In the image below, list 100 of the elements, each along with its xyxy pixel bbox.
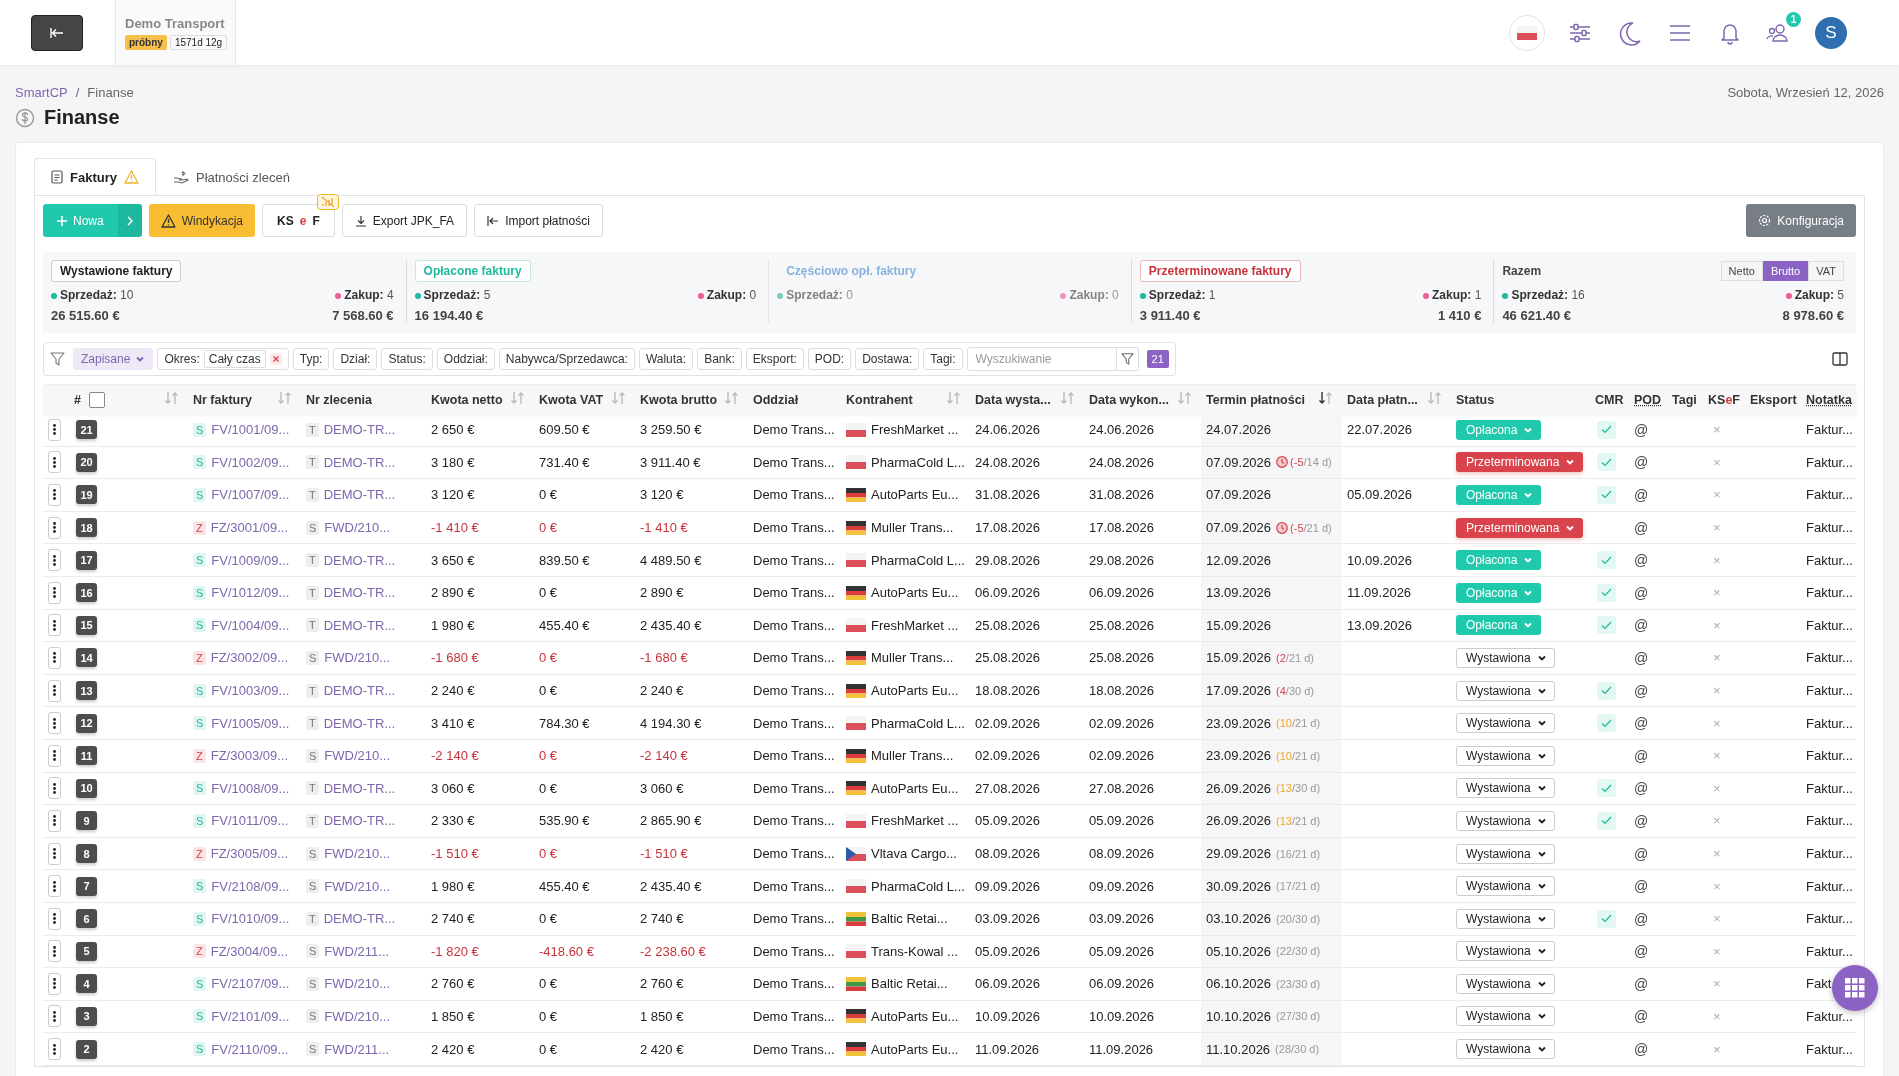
clear-icon[interactable] — [269, 353, 282, 365]
pod-link[interactable]: @ — [1634, 487, 1649, 503]
invoice-link[interactable]: FV/2110/09... — [211, 1041, 289, 1057]
row-menu-button[interactable] — [48, 418, 61, 441]
row-menu-button[interactable] — [48, 549, 61, 572]
filter-chip[interactable]: Tagi: — [923, 348, 963, 370]
select-all-checkbox[interactable] — [88, 391, 105, 408]
pod-link[interactable]: @ — [1634, 812, 1649, 829]
invoice-link[interactable]: FV/1011/09... — [211, 813, 289, 829]
row-menu-button[interactable] — [48, 614, 61, 637]
row-menu-button[interactable] — [48, 972, 61, 995]
pod-link[interactable]: @ — [1634, 682, 1649, 699]
status-dropdown[interactable]: Wystawiona — [1456, 908, 1555, 929]
column-header[interactable]: Nr faktury — [193, 392, 253, 407]
order-link[interactable]: DEMO-TR... — [323, 683, 396, 699]
invoice-link[interactable]: FV/2108/09... — [211, 878, 290, 894]
filter-chip[interactable]: Nabywca/Sprzedawca: — [498, 348, 635, 370]
status-dropdown[interactable]: Wystawiona — [1456, 941, 1555, 962]
filter-chip[interactable]: Dostawa: — [855, 348, 920, 370]
pod-link[interactable]: @ — [1634, 519, 1649, 536]
invoice-link[interactable]: FV/1010/09... — [211, 911, 290, 927]
invoice-link[interactable]: FV/1008/09... — [211, 780, 290, 796]
invoice-link[interactable]: FV/1002/09... — [211, 454, 290, 470]
filter-chip[interactable]: Okres: Cały czas — [157, 348, 289, 370]
column-header[interactable]: Termin płatności — [1206, 392, 1306, 407]
order-link[interactable]: FWD/211... — [324, 1041, 390, 1057]
status-dropdown[interactable]: Wystawiona — [1456, 647, 1555, 668]
mode-toggle[interactable]: VAT — [1808, 261, 1844, 281]
pod-link[interactable]: @ — [1634, 454, 1649, 471]
import-button[interactable]: Import płatności — [474, 204, 603, 237]
mode-toggle[interactable]: Netto — [1720, 261, 1763, 281]
status-dropdown[interactable]: Wystawiona — [1456, 1039, 1555, 1060]
row-menu-button[interactable] — [48, 1005, 61, 1028]
pod-link[interactable]: @ — [1634, 617, 1649, 634]
pod-link[interactable]: @ — [1634, 975, 1649, 992]
pod-link[interactable]: @ — [1634, 780, 1649, 797]
filter-chip[interactable]: Waluta: — [638, 348, 694, 370]
filter-chip[interactable]: Status: — [381, 348, 433, 370]
order-link[interactable]: DEMO-TR... — [323, 454, 396, 470]
filter-chip[interactable]: Typ: — [292, 348, 330, 370]
ksef-button[interactable]: KS e F — [262, 204, 335, 237]
status-dropdown[interactable]: Wystawiona — [1456, 680, 1555, 701]
pod-link[interactable]: @ — [1634, 910, 1649, 927]
pod-link[interactable]: @ — [1634, 584, 1649, 601]
configuration-button[interactable]: Konfiguracja — [1746, 204, 1856, 237]
pod-link[interactable]: @ — [1634, 943, 1649, 960]
status-dropdown[interactable]: Wystawiona — [1456, 810, 1555, 831]
order-link[interactable]: DEMO-TR... — [323, 617, 396, 633]
invoice-link[interactable]: FV/1005/09... — [211, 715, 290, 731]
sort-icon[interactable] — [1318, 391, 1334, 405]
row-menu-button[interactable] — [48, 646, 61, 669]
row-menu-button[interactable] — [48, 940, 61, 963]
invoice-link[interactable]: FV/2107/09... — [211, 976, 290, 992]
order-link[interactable]: FWD/210... — [324, 976, 391, 992]
status-dropdown[interactable]: Wystawiona — [1456, 973, 1555, 994]
pod-link[interactable]: @ — [1634, 845, 1649, 862]
row-menu-button[interactable] — [48, 679, 61, 702]
column-header[interactable]: Data płatn... — [1347, 392, 1418, 407]
row-menu-button[interactable] — [48, 712, 61, 735]
order-link[interactable]: DEMO-TR... — [323, 422, 396, 438]
search-field[interactable]: Wyszukiwanie — [966, 347, 1117, 371]
column-header[interactable]: Data wysta... — [975, 392, 1051, 407]
tab[interactable]: Faktury — [34, 158, 156, 195]
invoice-link[interactable]: FV/1007/09... — [211, 487, 290, 503]
columns-icon[interactable] — [1832, 352, 1848, 366]
row-menu-button[interactable] — [48, 744, 61, 767]
invoice-link[interactable]: FV/1004/09... — [211, 617, 290, 633]
language-button[interactable] — [1509, 14, 1545, 51]
order-link[interactable]: DEMO-TR... — [323, 911, 396, 927]
row-menu-button[interactable] — [48, 875, 61, 898]
pod-link[interactable]: @ — [1634, 715, 1649, 732]
row-menu-button[interactable] — [48, 451, 61, 474]
row-menu-button[interactable] — [48, 484, 61, 506]
order-link[interactable]: FWD/210... — [324, 650, 391, 666]
invoice-link[interactable]: FV/1012/09... — [211, 585, 290, 601]
status-dropdown[interactable]: Przeterminowana — [1456, 517, 1584, 538]
order-link[interactable]: FWD/210... — [324, 846, 391, 861]
order-link[interactable]: FWD/210... — [324, 878, 391, 894]
order-link[interactable]: DEMO-TR... — [323, 552, 396, 568]
saved-filters-dropdown[interactable]: Zapisane — [73, 348, 154, 370]
filter-chip[interactable]: Dział: — [333, 348, 378, 370]
column-header[interactable]: Kwota brutto — [640, 392, 718, 407]
column-header[interactable]: # — [74, 392, 81, 407]
invoice-link[interactable]: FV/1001/09... — [211, 422, 290, 438]
pod-link[interactable]: @ — [1634, 1008, 1649, 1025]
mode-toggle[interactable]: Brutto — [1762, 261, 1809, 281]
filter-button[interactable] — [1116, 347, 1139, 371]
pod-link[interactable]: @ — [1634, 747, 1649, 764]
order-link[interactable]: DEMO-TR... — [323, 813, 396, 829]
tab[interactable]: Płatności zleceń — [155, 158, 307, 195]
pod-link[interactable]: @ — [1634, 878, 1649, 895]
column-header[interactable]: Kontrahent — [846, 392, 913, 407]
status-dropdown[interactable]: Wystawiona — [1456, 843, 1555, 864]
order-link[interactable]: DEMO-TR... — [323, 487, 396, 503]
row-menu-button[interactable] — [48, 777, 61, 800]
row-menu-button[interactable] — [48, 1038, 61, 1061]
filter-chip[interactable]: POD: — [807, 348, 852, 370]
pod-link[interactable]: @ — [1634, 649, 1649, 666]
pod-link[interactable]: @ — [1634, 552, 1649, 569]
collection-button[interactable]: Windykacja — [148, 204, 256, 237]
